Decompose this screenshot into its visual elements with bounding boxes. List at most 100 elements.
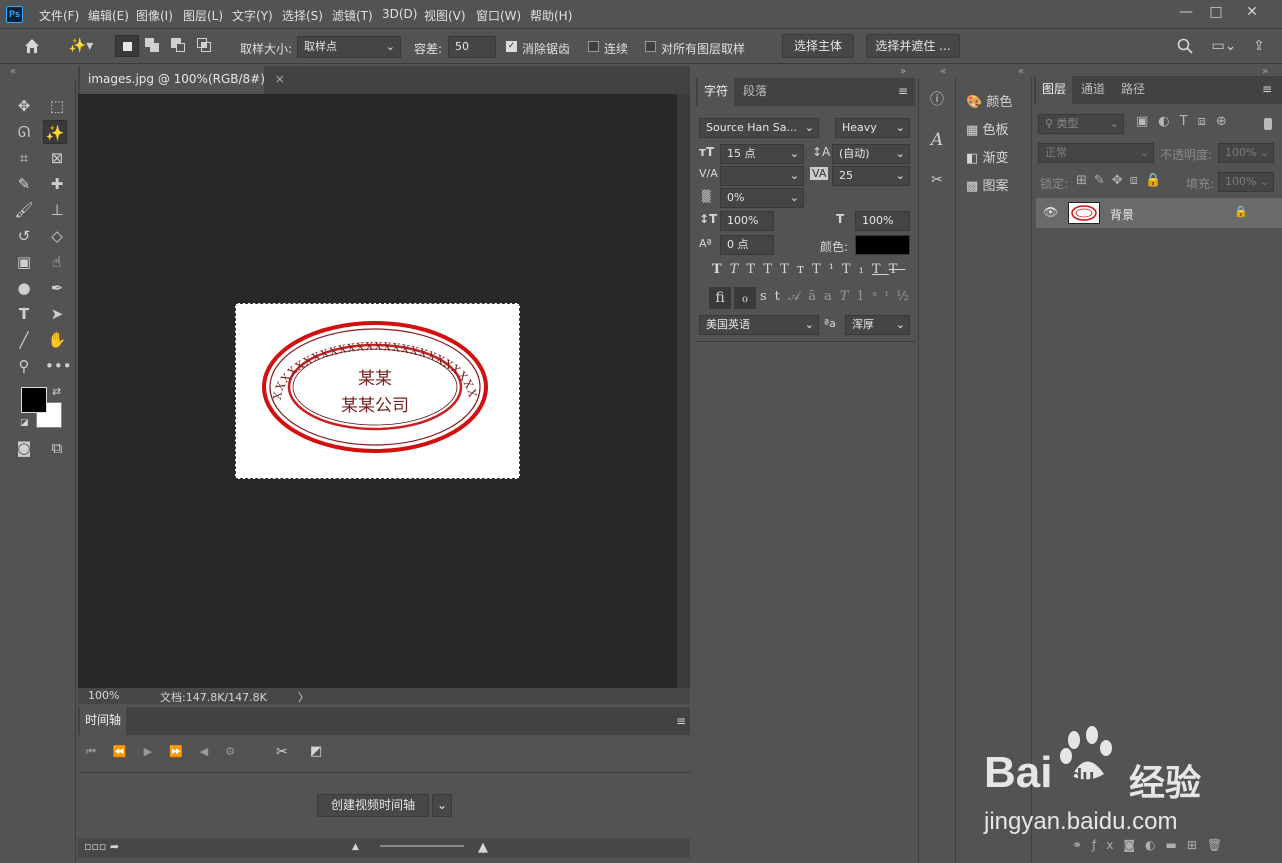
line-tool-icon[interactable]: ╱	[12, 328, 36, 352]
lasso-tool-icon[interactable]: ᘏ	[12, 120, 36, 144]
tsume-input[interactable]: 0% ⌄	[720, 188, 804, 208]
patterns-panel-button[interactable]: ▩ 图案	[966, 175, 1008, 194]
scissors-icon[interactable]: ✂	[276, 744, 288, 760]
horizontal-scale-input[interactable]: 100%	[855, 211, 910, 231]
hand-tool-icon[interactable]: ✋	[45, 328, 69, 352]
intersect-selection-icon[interactable]	[195, 36, 215, 56]
quick-mask-icon[interactable]: ◙	[12, 436, 36, 460]
document-tab[interactable]: images.jpg @ 100%(RGB/8#) ×	[80, 66, 285, 94]
antialias-select[interactable]: 浑厚 ⌄	[845, 315, 910, 335]
share-icon[interactable]: ⇪	[1248, 34, 1270, 58]
workspace-icon[interactable]: ▭⌄	[1204, 34, 1244, 58]
language-select[interactable]: 美国英语 ⌄	[699, 315, 819, 335]
zoom-tool-icon[interactable]: ⚲	[12, 354, 36, 378]
tab-layers[interactable]: 图层	[1036, 76, 1072, 104]
type-tool-icon[interactable]: T	[12, 302, 36, 326]
font-size-input[interactable]: 15 点 ⌄	[720, 144, 804, 164]
clone-stamp-tool-icon[interactable]: ⊥	[45, 198, 69, 222]
more-tools-icon[interactable]: •••	[45, 354, 72, 378]
vertical-scrollbar[interactable]	[677, 94, 690, 688]
restore-button[interactable]: □	[1200, 2, 1232, 22]
layer-footer-icons[interactable]: ⚭ƒx◙◐▬⊞🗑	[1072, 838, 1232, 852]
healing-brush-tool-icon[interactable]: ✚	[45, 172, 69, 196]
antialias-checkbox[interactable]: ✓	[506, 41, 517, 52]
foreground-color-swatch[interactable]	[21, 387, 47, 413]
tool-presets-icon[interactable]: ✂	[925, 168, 949, 192]
create-video-timeline-button[interactable]: 创建视频时间轴	[317, 794, 429, 817]
tab-paths[interactable]: 路径	[1114, 76, 1152, 104]
glyphs-icon[interactable]: A	[925, 128, 949, 152]
discretionary-ligature-icon[interactable]: ℴ	[734, 287, 756, 309]
tab-character[interactable]: 字符	[698, 78, 734, 106]
lock-icons[interactable]: ⊞✎✥⧈🔒	[1076, 173, 1168, 188]
menu-select[interactable]: 选择(S)	[282, 7, 323, 24]
path-selection-tool-icon[interactable]: ➤	[45, 302, 69, 326]
gradient-tool-icon[interactable]: ▣	[12, 250, 36, 274]
faux-style-icons[interactable]: TTTTTтT¹T₁TT	[712, 262, 905, 277]
opentype-icons[interactable]: st𝒜āa𝑇1ˢᵗ½	[760, 289, 917, 304]
timeline-zoom-slider[interactable]	[380, 845, 464, 847]
leading-input[interactable]: (自动) ⌄	[832, 144, 910, 164]
layer-filter-select[interactable]: ⚲ 类型 ⌄	[1038, 114, 1124, 134]
zoom-out-icon[interactable]: ▲	[352, 842, 359, 852]
color-panel-button[interactable]: 🎨 颜色	[966, 91, 1012, 110]
swap-colors-icon[interactable]: ⇄	[52, 385, 61, 398]
opacity-input[interactable]: 100% ⌄	[1218, 143, 1274, 163]
menu-view[interactable]: 视图(V)	[424, 7, 466, 24]
tolerance-input[interactable]: 50	[448, 36, 496, 58]
dodge-tool-icon[interactable]: ●	[12, 276, 36, 300]
eyedropper-tool-icon[interactable]: ✎	[12, 172, 36, 196]
pen-tool-icon[interactable]: ✒	[45, 276, 69, 300]
timeline-playback-icons[interactable]: ⏮⏪▶⏩◀⚙	[86, 745, 252, 759]
swatches-panel-button[interactable]: ▦ 色板	[966, 119, 1008, 138]
new-selection-icon[interactable]	[115, 35, 139, 57]
font-style-select[interactable]: Heavy ⌄	[835, 118, 910, 138]
menu-edit[interactable]: 编辑(E)	[88, 7, 129, 24]
zoom-in-icon[interactable]: ▲	[478, 840, 488, 855]
marquee-tool-icon[interactable]: ⬚	[45, 94, 69, 118]
close-button[interactable]: ✕	[1236, 2, 1268, 22]
smudge-tool-icon[interactable]: ☝	[45, 250, 69, 274]
expand-mini-panel-icon[interactable]: «	[1018, 66, 1024, 77]
kerning-input[interactable]: ⌄	[720, 166, 804, 186]
menu-3d[interactable]: 3D(D)	[382, 7, 417, 21]
tab-paragraph[interactable]: 段落	[736, 78, 774, 106]
filter-toggle-icon[interactable]	[1264, 118, 1272, 130]
tab-channels[interactable]: 通道	[1074, 76, 1112, 104]
timeline-footer-icons[interactable]: ▫▫▫ ➦	[84, 840, 119, 853]
move-tool-icon[interactable]: ✥	[12, 94, 36, 118]
magic-wand-tool-icon[interactable]: ✨	[43, 120, 67, 144]
tracking-input[interactable]: 25 ⌄	[832, 166, 910, 186]
timeline-menu-icon[interactable]: ≡	[676, 714, 686, 728]
select-and-mask-button[interactable]: 选择并遮住 ...	[866, 34, 960, 58]
info-icon[interactable]: ⓘ	[925, 88, 949, 112]
font-family-select[interactable]: Source Han Sa... ⌄	[699, 118, 819, 138]
blend-mode-select[interactable]: 正常 ⌄	[1038, 143, 1154, 163]
timeline-tab[interactable]: 时间轴	[80, 707, 126, 735]
add-selection-icon[interactable]	[143, 36, 163, 56]
frame-tool-icon[interactable]: ⊠	[45, 146, 69, 170]
history-brush-tool-icon[interactable]: ↺	[12, 224, 36, 248]
menu-window[interactable]: 窗口(W)	[476, 7, 521, 24]
crop-tool-icon[interactable]: ⌗	[12, 146, 36, 170]
menu-filter[interactable]: 滤镜(T)	[332, 7, 373, 24]
menu-layer[interactable]: 图层(L)	[183, 7, 223, 24]
sample-size-select[interactable]: 取样点 ⌄	[297, 36, 401, 58]
default-colors-icon[interactable]: ◪	[20, 418, 29, 428]
document-image[interactable]: XXXXXXXXXXXXXXXXXXXXXXXXXXXX 某某 某某公司	[232, 294, 520, 479]
layer-filter-icons[interactable]: ▣◐T⧈⊕	[1136, 114, 1237, 129]
subtract-selection-icon[interactable]	[169, 36, 189, 56]
timeline-dropdown-icon[interactable]: ⌄	[432, 794, 452, 817]
close-tab-icon[interactable]: ×	[275, 72, 285, 86]
zoom-level[interactable]: 100%	[88, 689, 119, 702]
menu-help[interactable]: 帮助(H)	[530, 7, 572, 24]
character-menu-icon[interactable]: ≡	[898, 84, 908, 98]
brush-tool-icon[interactable]: 🖌	[12, 198, 36, 222]
visibility-eye-icon[interactable]: 👁	[1043, 205, 1058, 219]
fill-input[interactable]: 100% ⌄	[1218, 172, 1274, 192]
collapse-toolbar-icon[interactable]: «	[10, 66, 16, 77]
expand-panel-icon[interactable]: »	[900, 66, 906, 77]
collapse-strip-icon[interactable]: «	[940, 66, 946, 77]
home-icon[interactable]	[20, 34, 44, 58]
menu-type[interactable]: 文字(Y)	[232, 7, 273, 24]
